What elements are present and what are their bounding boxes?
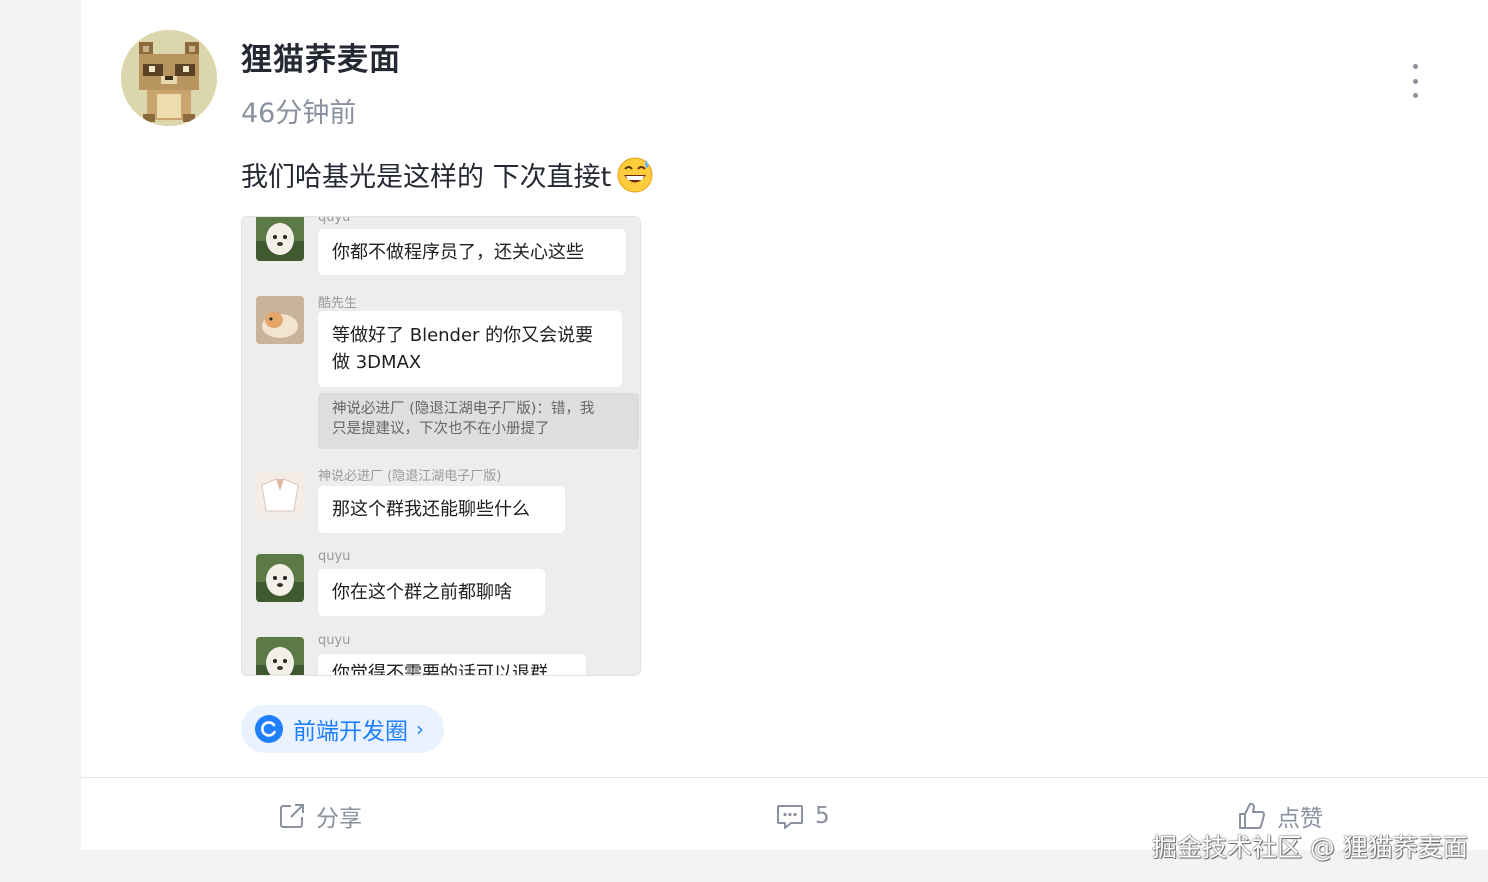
post-image[interactable]: quyu 你都不做程序员了，还关心这些 酷先生 等做好了 Blender 的你又… <box>241 216 641 676</box>
dog-avatar-icon <box>256 554 304 602</box>
author-avatar[interactable] <box>121 30 217 126</box>
clothes-avatar-icon <box>256 471 304 519</box>
chat-quote-line: 神说必进厂 (隐退江湖电子厂版)：错，我 <box>332 401 595 417</box>
chat-bubble-line: 做 3DMAX <box>332 352 422 373</box>
chat-sender-name: quyu <box>318 633 351 648</box>
post-text: 我们哈基光是这样的 下次直接t <box>241 161 612 193</box>
chat-quote-line: 只是提建议，下次也不在小册提了 <box>332 421 550 437</box>
chat-bubble: 你都不做程序员了，还关心这些 <box>318 229 626 275</box>
comment-button[interactable]: 5 <box>775 798 830 834</box>
post-content: 我们哈基光是这样的 下次直接t <box>241 154 655 194</box>
cat-avatar-icon <box>256 296 304 344</box>
chat-sender-name: quyu <box>318 216 351 225</box>
chat-sender-name: quyu <box>318 549 351 564</box>
chat-bubble: 你觉得不需要的话可以退群 <box>318 654 586 675</box>
comment-count: 5 <box>815 803 830 829</box>
watermark: 掘金技术社区 @ 狸猫荞麦面 <box>1152 833 1468 862</box>
topic-tag[interactable]: 前端开发圈 › <box>241 705 444 753</box>
thumbs-up-icon <box>1239 802 1266 829</box>
more-dot <box>1412 93 1418 98</box>
chat-bubble-line: 等做好了 Blender 的你又会说要 <box>332 325 594 346</box>
chat-quote: 神说必进厂 (隐退江湖电子厂版)：错，我 只是提建议，下次也不在小册提了 <box>318 393 639 449</box>
comment-icon <box>777 805 803 829</box>
share-button[interactable]: 分享 <box>278 798 362 834</box>
post-time: 46分钟前 <box>241 98 357 129</box>
more-dot <box>1412 64 1418 69</box>
chevron-right-icon: › <box>416 717 424 741</box>
chat-bubble: 那这个群我还能聊些什么 <box>318 486 565 533</box>
action-divider <box>81 777 1488 778</box>
share-icon <box>280 804 304 828</box>
chat-bubble: 你在这个群之前都聊啥 <box>318 569 545 616</box>
circle-topic-icon <box>255 715 283 743</box>
share-label: 分享 <box>316 806 362 832</box>
chat-bubble: 等做好了 Blender 的你又会说要 做 3DMAX <box>318 311 622 387</box>
author-name[interactable]: 狸猫荞麦面 <box>241 34 401 79</box>
dog-avatar-icon <box>256 217 304 261</box>
grinning-sweat-emoji-icon <box>617 157 653 193</box>
dog-avatar-icon <box>256 637 304 675</box>
more-dot <box>1412 78 1418 84</box>
chat-sender-name: 酷先生 <box>318 296 358 311</box>
chat-sender-name: 神说必进厂 (隐退江湖电子厂版) <box>318 469 502 484</box>
more-options-icon[interactable] <box>1403 64 1427 98</box>
raccoon-pixel-avatar-icon <box>121 30 217 126</box>
topic-label: 前端开发圈 <box>293 719 408 745</box>
